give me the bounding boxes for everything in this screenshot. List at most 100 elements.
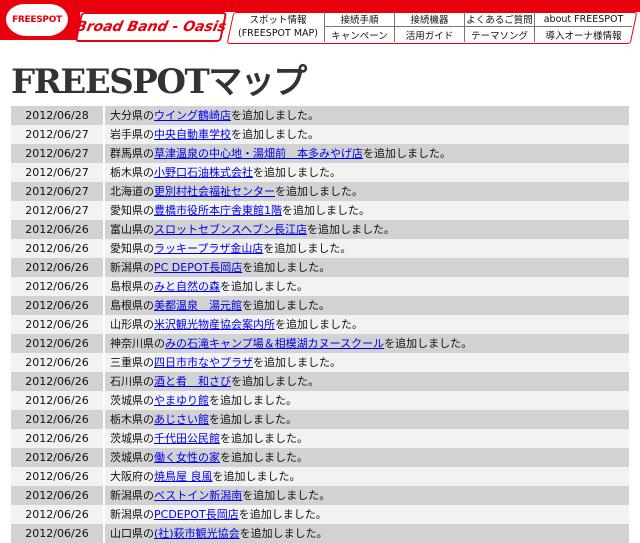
row-suffix: を追加しました。 (239, 527, 328, 540)
row-prefecture: 山口県の (110, 527, 154, 540)
row-date: 2012/06/26 (11, 220, 105, 239)
row-date: 2012/06/26 (11, 296, 105, 315)
nav-spot-info[interactable]: スポット情報 (FREESPOT MAP) (232, 12, 324, 42)
row-prefecture: 三重県の (110, 356, 154, 369)
row-suffix: を追加しました。 (282, 204, 370, 217)
row-suffix: を追加しました。 (220, 432, 308, 445)
spot-link[interactable]: ウイング鶴崎店 (154, 109, 231, 122)
spot-link[interactable]: 小野口石油株式会社 (154, 166, 253, 179)
table-row: 2012/06/26 新潟県のベストイン新潟南を追加しました。 (11, 486, 629, 505)
row-description: 山形県の米沢観光物産協会案内所を追加しました。 (105, 315, 629, 334)
row-date: 2012/06/26 (11, 410, 105, 429)
row-date: 2012/06/26 (11, 486, 105, 505)
row-suffix: を追加しました。 (231, 128, 319, 141)
nav-guide[interactable]: 活用ガイド (394, 27, 464, 42)
nav-about[interactable]: about FREESPOT (534, 12, 632, 27)
row-date: 2012/06/26 (11, 353, 105, 372)
nav-theme-song[interactable]: テーマソング (464, 27, 534, 42)
spot-link[interactable]: (社)萩市観光協会 (154, 527, 240, 540)
row-description: 石川県の酒と肴 和さびを追加しました。 (105, 372, 629, 391)
row-date: 2012/06/26 (11, 239, 105, 258)
row-prefecture: 新潟県の (110, 489, 154, 502)
row-description: 山口県の(社)萩市観光協会を追加しました。 (105, 524, 629, 543)
row-date: 2012/06/26 (11, 372, 105, 391)
row-suffix: を追加しました。 (384, 337, 473, 350)
spot-link[interactable]: 働く女性の家 (154, 451, 220, 464)
freespot-logo[interactable]: FREESPOT (6, 4, 68, 36)
row-suffix: を追加しました。 (242, 261, 331, 274)
row-prefecture: 富山県の (110, 223, 154, 236)
row-suffix: を追加しました。 (263, 242, 352, 255)
row-date: 2012/06/26 (11, 524, 105, 543)
row-description: 北海道の更別村社会福祉センターを追加しました。 (105, 182, 629, 201)
table-row: 2012/06/27 岩手県の中央自動車学校を追加しました。 (11, 125, 629, 144)
row-description: 三重県の四日市市なやプラザを追加しました。 (105, 353, 629, 372)
row-prefecture: 新潟県の (110, 508, 154, 521)
row-description: 富山県のスロットセブンスヘブン長江店を追加しました。 (105, 220, 629, 239)
nav-devices[interactable]: 接続機器 (394, 12, 464, 27)
table-row: 2012/06/26 山口県の(社)萩市観光協会を追加しました。 (11, 524, 629, 543)
row-date: 2012/06/26 (11, 429, 105, 448)
spot-link[interactable]: 焼鳥屋 良風 (154, 470, 213, 483)
logo-text: FREESPOT (12, 15, 62, 25)
row-prefecture: 新潟県の (110, 261, 154, 274)
row-prefecture: 愛知県の (110, 204, 154, 217)
brand-banner[interactable]: Broad Band - Oasis (74, 12, 228, 42)
spot-link[interactable]: PCDEPOT長岡店 (154, 508, 239, 521)
table-row: 2012/06/26 栃木県のあじさい館を追加しました。 (11, 410, 629, 429)
table-row: 2012/06/26 島根県のみと自然の森を追加しました。 (11, 277, 629, 296)
row-date: 2012/06/27 (11, 163, 105, 182)
main-nav: スポット情報 (FREESPOT MAP) 接続手順 接続機器 よくあるご質問 … (232, 12, 634, 42)
spot-link[interactable]: 美都温泉 湯元館 (154, 299, 242, 312)
row-description: 新潟県のベストイン新潟南を追加しました。 (105, 486, 629, 505)
row-suffix: を追加しました。 (275, 318, 363, 331)
row-prefecture: 茨城県の (110, 451, 154, 464)
row-description: 茨城県の千代田公民館を追加しました。 (105, 429, 629, 448)
row-description: 茨城県のやまゆり館を追加しました。 (105, 391, 629, 410)
row-prefecture: 岩手県の (110, 128, 154, 141)
spot-link[interactable]: 米沢観光物産協会案内所 (154, 318, 275, 331)
table-row: 2012/06/27 群馬県の草津温泉の中心地・湯畑前 本多みやげ店を追加しました… (11, 144, 629, 163)
table-row: 2012/06/26 三重県の四日市市なやプラザを追加しました。 (11, 353, 629, 372)
row-description: 栃木県のあじさい館を追加しました。 (105, 410, 629, 429)
table-row: 2012/06/26 茨城県の千代田公民館を追加しました。 (11, 429, 629, 448)
spot-link[interactable]: やまゆり館 (154, 394, 209, 407)
nav-connection-steps[interactable]: 接続手順 (324, 12, 394, 27)
nav-campaign[interactable]: キャンペーン (324, 27, 394, 42)
row-prefecture: 山形県の (110, 318, 154, 331)
row-suffix: を追加しました。 (242, 299, 330, 312)
table-row: 2012/06/26 新潟県のPCDEPOT長岡店を追加しました。 (11, 505, 629, 524)
table-row: 2012/06/27 北海道の更別村社会福祉センターを追加しました。 (11, 182, 629, 201)
spot-link[interactable]: 千代田公民館 (154, 432, 220, 445)
row-date: 2012/06/27 (11, 182, 105, 201)
nav-faq[interactable]: よくあるご質問 (464, 12, 534, 27)
row-date: 2012/06/28 (11, 106, 105, 125)
table-row: 2012/06/26 新潟県のPC DEPOT長岡店を追加しました。 (11, 258, 629, 277)
table-row: 2012/06/27 栃木県の小野口石油株式会社を追加しました。 (11, 163, 629, 182)
spot-link[interactable]: PC DEPOT長岡店 (154, 261, 242, 274)
row-description: 群馬県の草津温泉の中心地・湯畑前 本多みやげ店を追加しました。 (105, 144, 629, 163)
row-suffix: を追加しました。 (231, 375, 319, 388)
row-prefecture: 北海道の (110, 185, 154, 198)
table-row: 2012/06/26 茨城県の働く女性の家を追加しました。 (11, 448, 629, 467)
row-prefecture: 神奈川県の (110, 337, 165, 350)
spot-link[interactable]: 中央自動車学校 (154, 128, 231, 141)
row-prefecture: 大阪府の (110, 470, 154, 483)
spot-link[interactable]: 豊橋市役所本庁舎東館1階 (154, 204, 282, 217)
row-date: 2012/06/27 (11, 201, 105, 220)
spot-link[interactable]: ラッキープラザ金山店 (154, 242, 263, 255)
spot-link[interactable]: スロットセブンスヘブン長江店 (154, 223, 307, 236)
spot-link[interactable]: みの石滝キャンプ場＆相模湖カヌースクール (165, 337, 384, 350)
spot-link[interactable]: 草津温泉の中心地・湯畑前 本多みやげ店 (154, 147, 363, 160)
row-date: 2012/06/26 (11, 391, 105, 410)
row-suffix: を追加しました。 (242, 489, 331, 502)
table-row: 2012/06/26 大阪府の焼鳥屋 良風を追加しました。 (11, 467, 629, 486)
spot-link[interactable]: 酒と肴 和さび (154, 375, 231, 388)
nav-owner-info[interactable]: 導入オーナ様情報 (534, 27, 632, 42)
spot-link[interactable]: 四日市市なやプラザ (154, 356, 253, 369)
spot-link[interactable]: ベストイン新潟南 (154, 489, 242, 502)
spot-link[interactable]: 更別村社会福祉センター (154, 185, 275, 198)
nav-spot-info-line2: (FREESPOT MAP) (238, 28, 318, 39)
spot-link[interactable]: みと自然の森 (154, 280, 220, 293)
spot-link[interactable]: あじさい館 (154, 413, 209, 426)
